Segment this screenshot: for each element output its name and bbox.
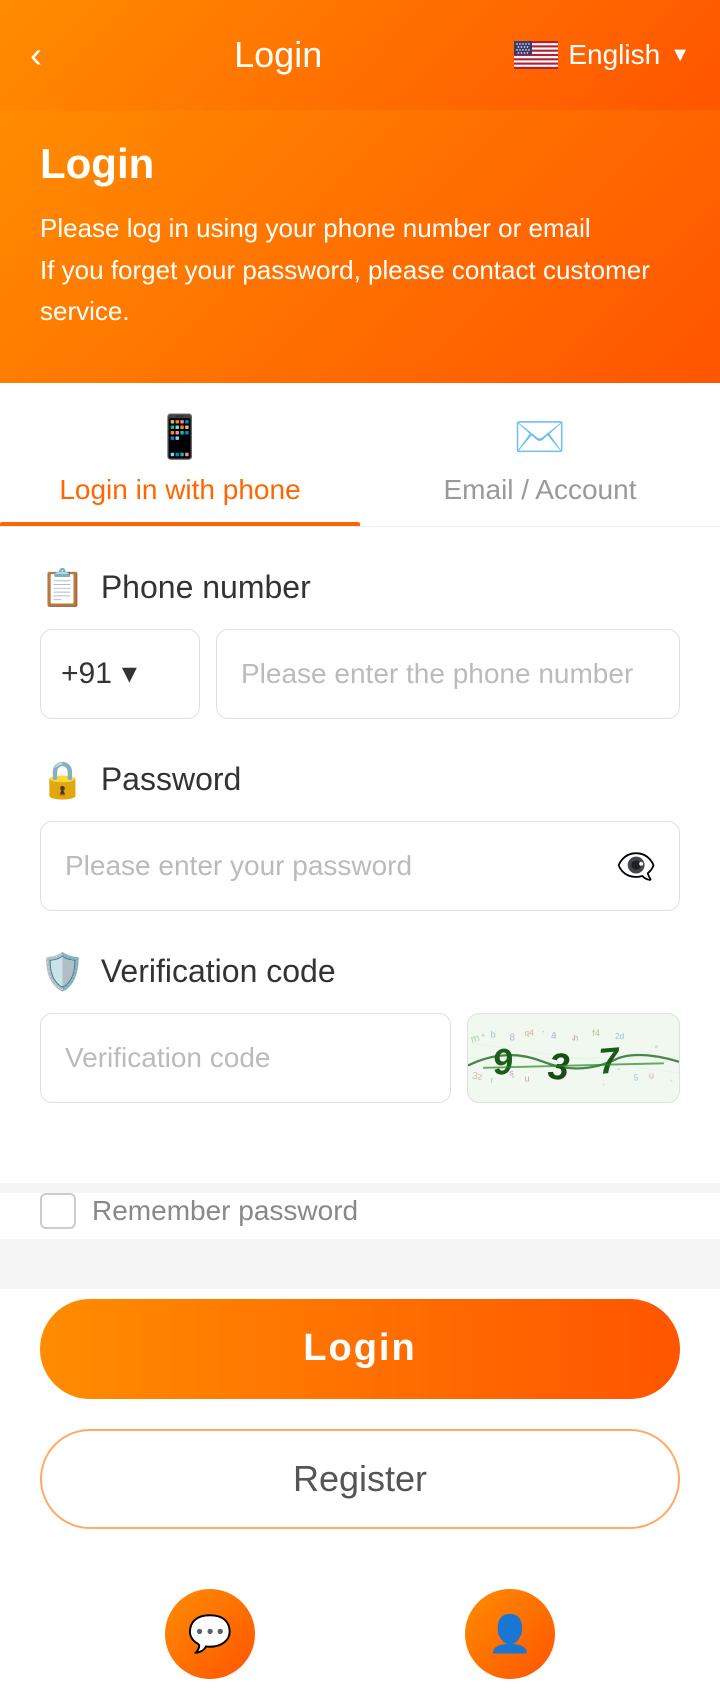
svg-text:r: r (491, 1075, 494, 1085)
captcha-image[interactable]: m b 8 q4 ā h f4 2d 3z r s u 5 u (467, 1013, 680, 1103)
country-code-chevron: ▾ (122, 656, 137, 691)
password-input[interactable] (40, 821, 680, 911)
remember-password-label: Remember password (92, 1195, 358, 1227)
verification-row: m b 8 q4 ā h f4 2d 3z r s u 5 u (40, 1013, 680, 1103)
header-title: Login (234, 34, 322, 76)
bottom-icon-left-glyph: 💬 (188, 1613, 233, 1655)
svg-text:h: h (574, 1033, 579, 1042)
form-section: 📋 Phone number +91 ▾ 🔒 Password 👁️‍🗨️ 🛡️… (0, 527, 720, 1183)
svg-text:3z: 3z (471, 1070, 483, 1083)
svg-text:f4: f4 (592, 1028, 600, 1038)
phone-tab-icon: 📱 (154, 413, 206, 462)
password-wrapper: 👁️‍🗨️ (40, 821, 680, 911)
phone-input[interactable] (216, 629, 680, 719)
svg-text:q4: q4 (525, 1028, 535, 1037)
country-code-value: +91 (61, 657, 112, 691)
svg-text:u: u (649, 1070, 654, 1080)
shield-icon: 🛡️ (40, 951, 85, 993)
toggle-password-icon[interactable]: 👁️‍🗨️ (616, 847, 656, 885)
bottom-icon-right[interactable]: 👤 (465, 1589, 555, 1679)
phone-input-row: +91 ▾ (40, 629, 680, 719)
button-section: Login Register (0, 1289, 720, 1549)
bottom-icons-row: 💬 👤 (0, 1549, 720, 1699)
phone-label: Phone number (101, 569, 311, 606)
country-code-selector[interactable]: +91 ▾ (40, 629, 200, 719)
verification-label-row: 🛡️ Verification code (40, 951, 680, 993)
svg-text:8: 8 (509, 1032, 515, 1043)
svg-text:b: b (491, 1029, 496, 1039)
password-label-row: 🔒 Password (40, 759, 680, 801)
remember-password-row: Remember password (0, 1193, 720, 1239)
language-label: English (568, 39, 660, 71)
register-button[interactable]: Register (40, 1429, 680, 1529)
chevron-down-icon: ▼ (670, 44, 690, 67)
hero-title: Login (40, 140, 680, 188)
password-field-section: 🔒 Password 👁️‍🗨️ (40, 759, 680, 911)
bottom-icon-right-circle: 👤 (465, 1589, 555, 1679)
verification-field-section: 🛡️ Verification code (40, 951, 680, 1103)
password-label: Password (101, 761, 242, 798)
tab-email-label: Email / Account (444, 474, 637, 506)
lock-icon: 🔒 (40, 759, 85, 801)
bottom-icon-left[interactable]: 💬 (165, 1589, 255, 1679)
hero-subtitle: Please log in using your phone number or… (40, 208, 680, 333)
bottom-icon-left-circle: 💬 (165, 1589, 255, 1679)
phone-field-section: 📋 Phone number +91 ▾ (40, 567, 680, 719)
language-selector[interactable]: ★★★★★ ★★★★ ★★★★★ ★★★★ English ▼ (514, 39, 690, 71)
email-tab-icon: ✉️ (514, 413, 566, 462)
svg-text:5: 5 (634, 1073, 639, 1082)
hero-section: Login Please log in using your phone num… (0, 110, 720, 383)
phone-icon: 📋 (40, 567, 85, 609)
tab-bar: 📱 Login in with phone ✉️ Email / Account (0, 383, 720, 527)
tab-email[interactable]: ✉️ Email / Account (360, 383, 720, 526)
svg-text:u: u (525, 1073, 530, 1083)
header: ‹ Login ★★★★★ ★★★★ ★★★★★ ★★★★ English ▼ (0, 0, 720, 110)
back-button[interactable]: ‹ (30, 37, 42, 73)
svg-text:★: ★ (526, 51, 529, 55)
tab-phone-label: Login in with phone (59, 474, 300, 506)
flag-icon: ★★★★★ ★★★★ ★★★★★ ★★★★ (514, 41, 558, 69)
login-button[interactable]: Login (40, 1299, 680, 1399)
verification-label: Verification code (101, 953, 336, 990)
remember-password-checkbox[interactable] (40, 1193, 76, 1229)
tab-phone[interactable]: 📱 Login in with phone (0, 383, 360, 526)
bottom-icon-right-glyph: 👤 (488, 1613, 533, 1655)
verification-input[interactable] (40, 1013, 451, 1103)
phone-label-row: 📋 Phone number (40, 567, 680, 609)
